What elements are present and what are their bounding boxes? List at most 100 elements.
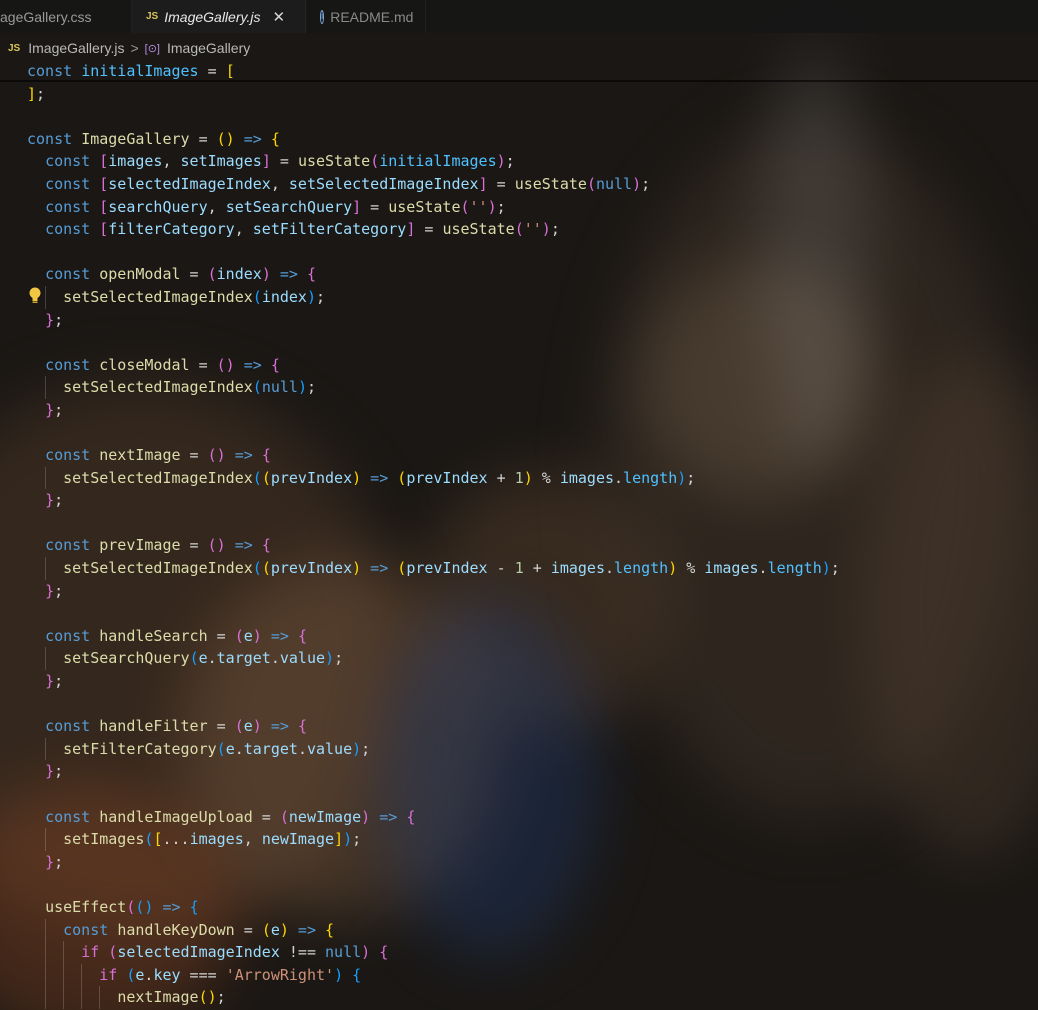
code-token: searchQuery [108, 197, 208, 216]
code-token: const [45, 152, 100, 171]
code-line[interactable]: const handleSearch = (e) => { [27, 625, 840, 648]
code-token: setSelectedImageIndex [63, 287, 253, 306]
code-line[interactable]: setSelectedImageIndex((prevIndex) => (pr… [27, 466, 840, 490]
code-token: ) [487, 197, 497, 216]
code-token: ; [550, 220, 560, 239]
code-token: openModal [99, 265, 181, 284]
code-token: ) [821, 559, 831, 578]
tab-imagegallery-css[interactable]: ageGallery.css [0, 0, 132, 33]
code-token: useState [297, 152, 371, 171]
code-line[interactable]: if (e.key === 'ArrowRight') { [27, 963, 840, 987]
code-token: prevImage [99, 536, 181, 555]
code-line[interactable] [27, 512, 840, 535]
code-token: ) [297, 378, 307, 397]
code-line[interactable]: const prevImage = () => { [27, 534, 840, 557]
code-token: ; [54, 310, 64, 329]
code-token: setFilterCategory [252, 220, 407, 239]
code-token: ; [216, 988, 226, 1007]
code-token: const [63, 920, 118, 939]
code-token: } [45, 852, 55, 871]
code-line[interactable] [27, 331, 840, 354]
close-icon[interactable]: ✕ [272, 8, 285, 26]
code-token: useState [388, 197, 461, 216]
code-line[interactable]: const handleImageUpload = (newImage) => … [27, 806, 840, 829]
code-token: ; [316, 287, 326, 306]
code-line[interactable]: setSelectedImageIndex(null); [27, 376, 840, 399]
code-line[interactable]: }; [27, 489, 840, 512]
editor-tab-bar: ageGallery.css JS ImageGallery.js ✕ i RE… [0, 0, 1038, 33]
indent-guide [45, 963, 47, 987]
code-line[interactable] [27, 105, 840, 128]
code-line[interactable]: }; [27, 851, 840, 874]
code-token: null [261, 378, 298, 397]
code-token: ) [361, 807, 371, 826]
code-line[interactable]: }; [27, 309, 840, 332]
code-line[interactable] [27, 693, 840, 716]
code-line[interactable] [27, 241, 840, 264]
code-line[interactable]: const [filterCategory, setFilterCategory… [27, 218, 840, 241]
code-line[interactable] [27, 422, 840, 445]
code-line[interactable]: setSelectedImageIndex(index); [27, 285, 840, 309]
code-line[interactable] [27, 873, 840, 896]
code-token: ) [668, 559, 678, 578]
code-token: = [180, 265, 208, 284]
code-token: handleSearch [99, 626, 208, 645]
chevron-right-icon: > [130, 40, 139, 56]
code-line[interactable]: setSearchQuery(e.target.value); [27, 647, 840, 671]
code-line[interactable]: }; [27, 670, 840, 693]
code-token: % [532, 468, 560, 487]
code-line[interactable]: ]; [27, 83, 840, 106]
code-token: => [153, 897, 190, 916]
code-line[interactable]: const ImageGallery = () => { [27, 128, 840, 151]
code-line[interactable]: }; [27, 580, 840, 603]
info-icon: i [320, 9, 325, 24]
code-line[interactable] [27, 602, 840, 625]
code-line[interactable]: const openModal = (index) => { [27, 263, 840, 286]
code-line[interactable]: setFilterCategory(e.target.value); [27, 737, 840, 761]
code-token: . [614, 468, 624, 487]
code-token: handleImageUpload [99, 807, 253, 826]
code-token: ) [306, 287, 316, 306]
code-line[interactable]: const handleKeyDown = (e) => { [27, 918, 840, 942]
code-token: const [45, 446, 100, 465]
code-token: ] [334, 830, 344, 849]
code-line[interactable]: const [images, setImages] = useState(ini… [27, 150, 840, 173]
breadcrumb-symbol[interactable]: ImageGallery [167, 40, 250, 56]
code-token: ( [397, 468, 407, 487]
breadcrumb-file[interactable]: ImageGallery.js [28, 40, 124, 56]
code-line[interactable]: nextImage(); [27, 986, 840, 1009]
lightbulb-icon[interactable] [29, 287, 41, 304]
code-line[interactable]: const [selectedImageIndex, setSelectedIm… [27, 173, 840, 196]
code-line[interactable]: setImages([...images, newImage]); [27, 828, 840, 851]
code-token: prevIndex [406, 468, 488, 487]
code-token: [ [99, 174, 109, 193]
code-line[interactable] [27, 783, 840, 806]
code-token: = [198, 62, 226, 80]
code-token: ; [641, 174, 651, 193]
code-editor[interactable]: const initialImages = []; const ImageGall… [27, 60, 840, 1009]
code-line[interactable]: useEffect(() => { [27, 896, 840, 919]
code-token: ( [252, 287, 262, 306]
code-token: selectedImageIndex [117, 943, 280, 962]
code-line[interactable]: const handleFilter = (e) => { [27, 715, 840, 738]
code-token: newImage [261, 830, 335, 849]
code-token: ; [54, 400, 64, 419]
code-token: closeModal [99, 355, 190, 374]
code-line[interactable]: }; [27, 399, 840, 422]
code-line[interactable]: const nextImage = () => { [27, 444, 840, 467]
code-line[interactable]: }; [27, 760, 840, 783]
tab-imagegallery-js[interactable]: JS ImageGallery.js ✕ [132, 0, 306, 33]
code-token: [ [99, 152, 109, 171]
tab-readme-md[interactable]: i README.md [306, 0, 426, 33]
code-line[interactable]: if (selectedImageIndex !== null) { [27, 941, 840, 964]
code-line[interactable]: const [searchQuery, setSearchQuery] = us… [27, 196, 840, 219]
code-line[interactable]: setSelectedImageIndex((prevIndex) => (pr… [27, 557, 840, 580]
code-token: ( [261, 468, 271, 487]
code-token: ImageGallery [81, 129, 190, 148]
code-token: const [45, 626, 100, 645]
code-token: useState [514, 174, 587, 193]
code-token: => [225, 446, 262, 465]
code-line[interactable]: const closeModal = () => { [27, 354, 840, 377]
code-token: = [207, 717, 235, 736]
code-token: => [234, 355, 271, 374]
